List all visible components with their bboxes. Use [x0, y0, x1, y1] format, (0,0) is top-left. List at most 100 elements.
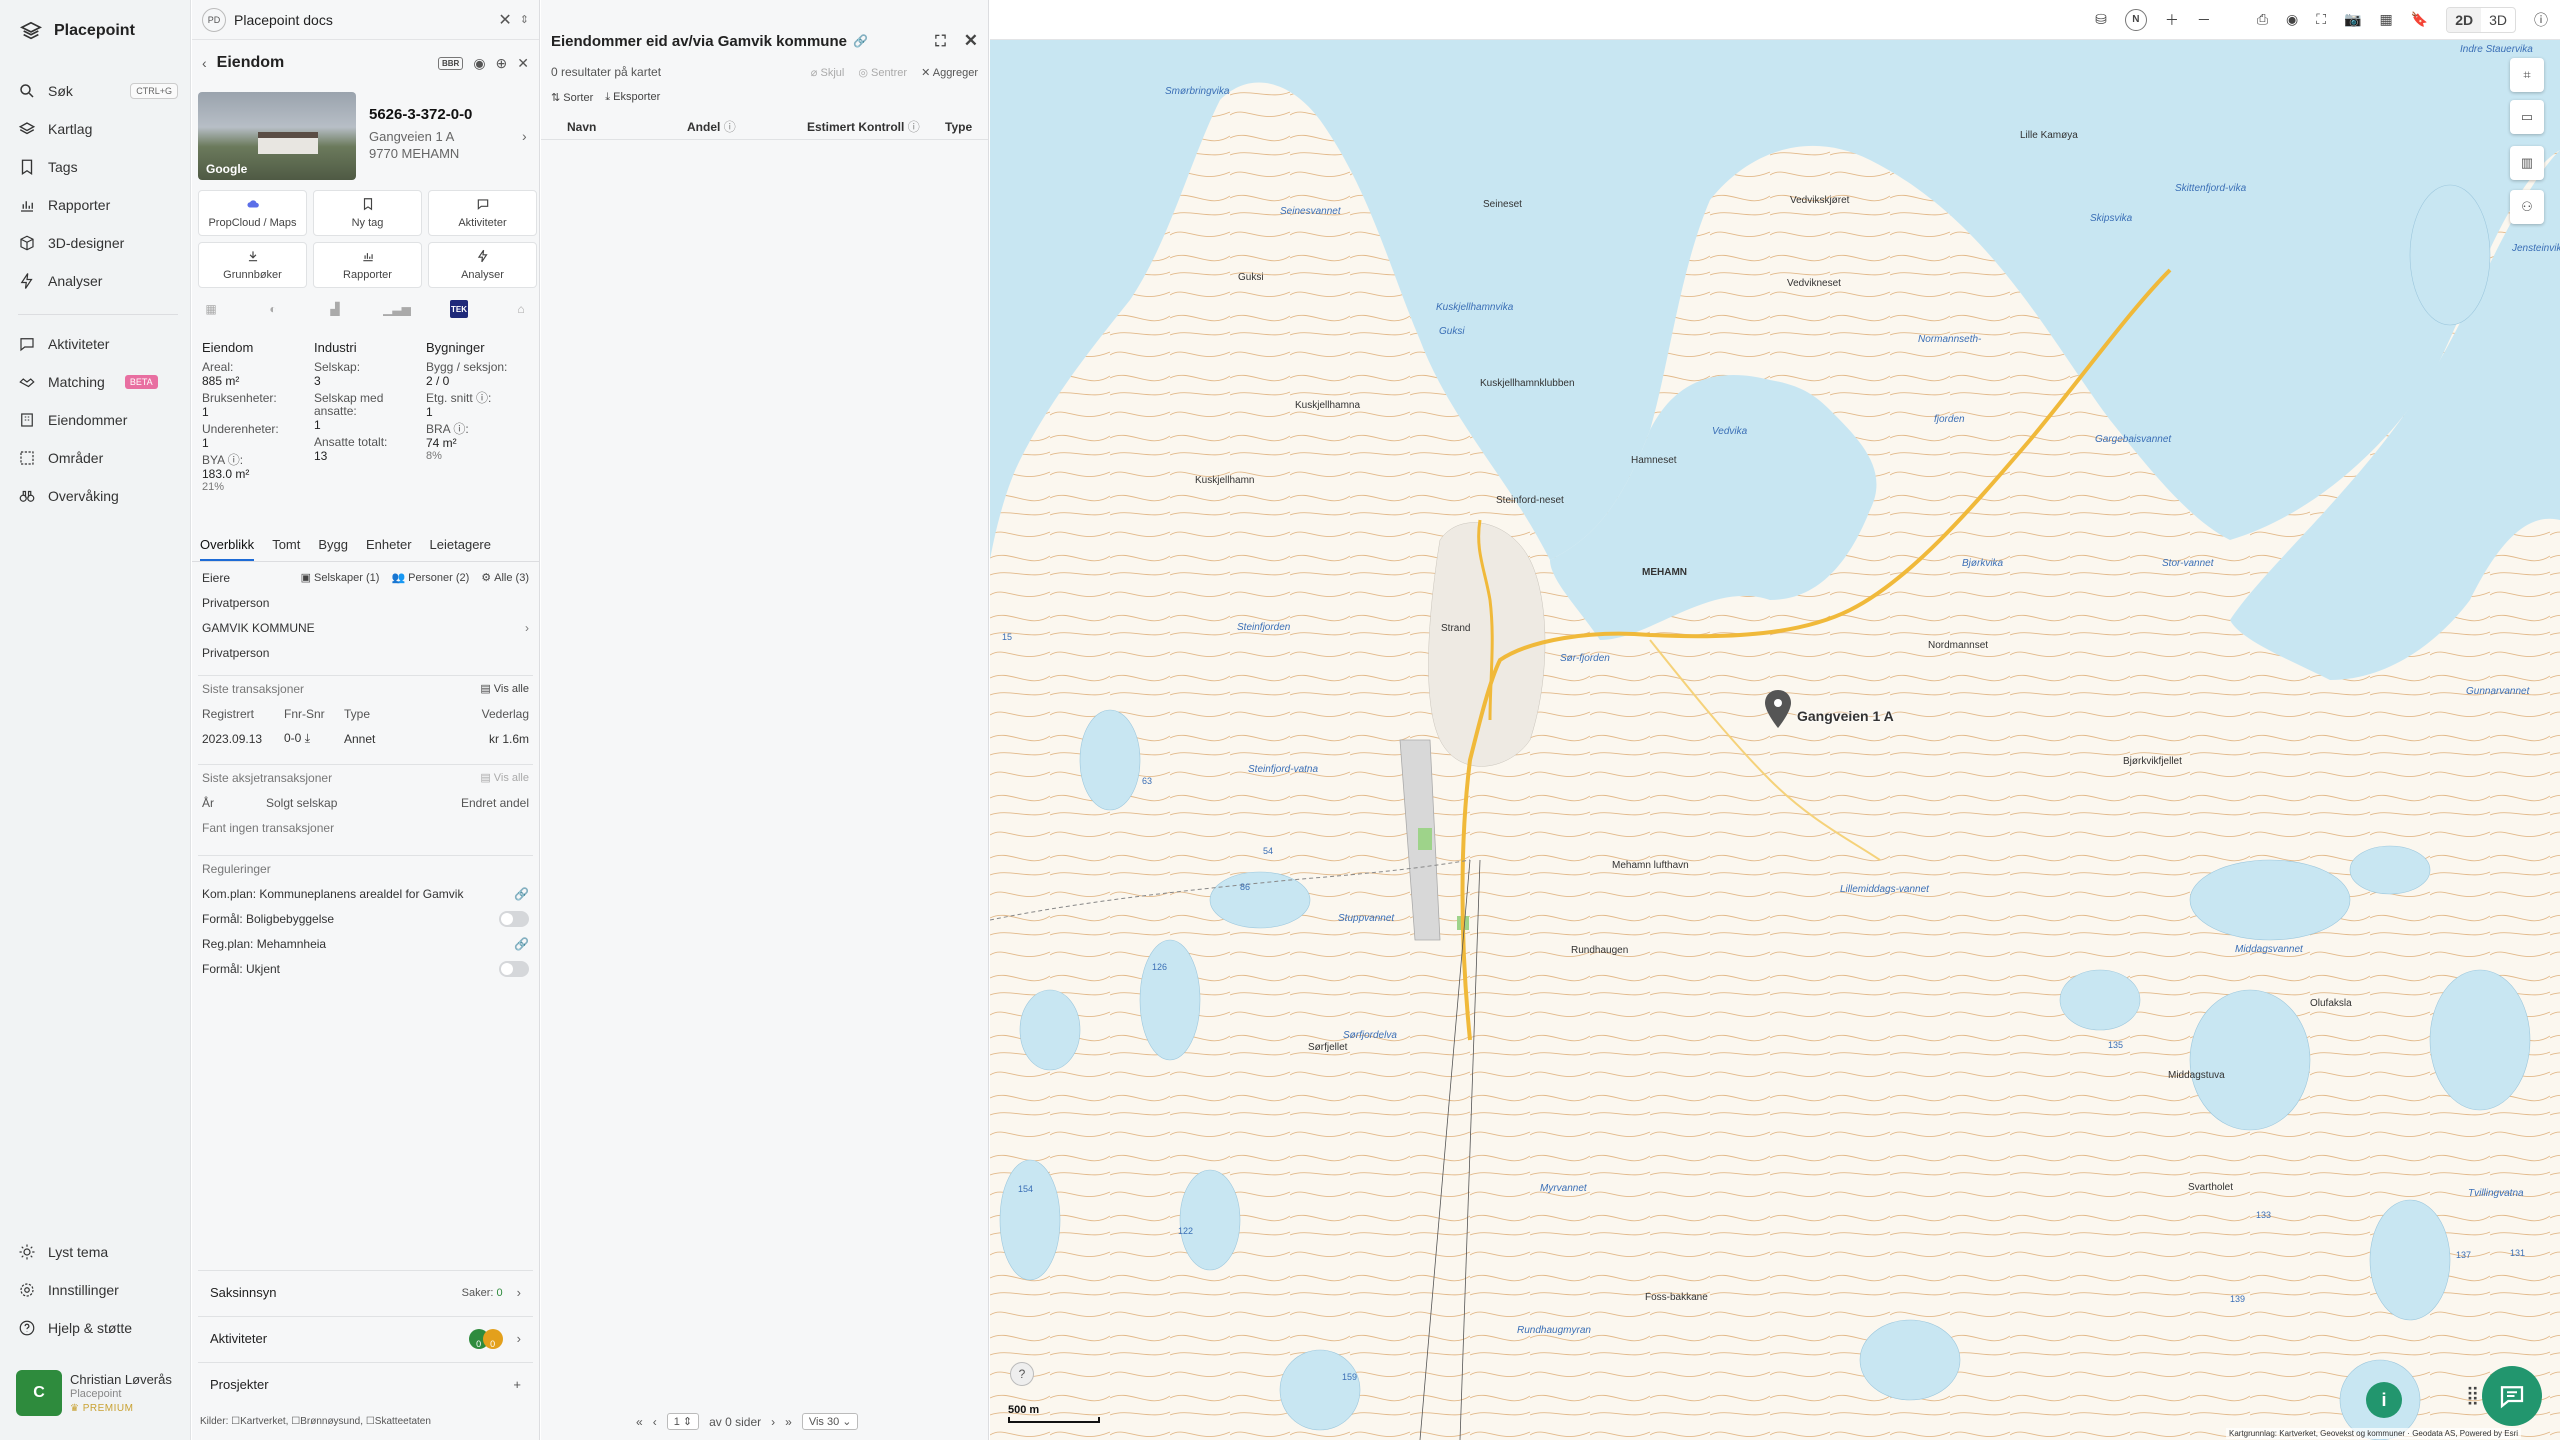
grid-source-icon[interactable]: ▦ [202, 300, 220, 318]
expand-icon[interactable]: ⛶ [935, 33, 946, 50]
page-size-select[interactable]: Vis 30 ⌄ [801, 1413, 859, 1430]
map-user-button[interactable]: ⚇ [2510, 190, 2544, 224]
source-link[interactable]: ☐Kartverket, [231, 1416, 288, 1427]
add-circle-icon[interactable]: ⊕ [496, 55, 508, 72]
brand[interactable]: Placepoint [20, 20, 135, 42]
tab-leietagere[interactable]: Leietagere [430, 534, 491, 561]
drag-handle-icon[interactable]: ⣿ [2466, 1385, 2479, 1406]
nav-item-overvaking[interactable]: Overvåking [18, 477, 178, 515]
chevron-updown-icon[interactable]: ⇕ [520, 13, 529, 26]
prosjekter-section[interactable]: Prosjekter + [198, 1362, 533, 1406]
zoom-in-icon[interactable]: ＋ [2165, 10, 2179, 30]
reg-row[interactable]: Reg.plan: Mehamnheia 🔗 [198, 931, 533, 956]
compass-icon[interactable]: N [2124, 8, 2147, 31]
reg-toggle[interactable] [499, 960, 529, 977]
col-header[interactable]: Navn [541, 120, 687, 134]
back-icon[interactable]: ‹ [202, 55, 207, 71]
last-page-icon[interactable]: » [785, 1415, 792, 1429]
zoom-out-icon[interactable]: － [2197, 10, 2211, 30]
chat-button[interactable] [2482, 1366, 2542, 1426]
tab-enheter[interactable]: Enheter [366, 534, 412, 561]
tile-aktiviteter[interactable]: Aktiviteter [428, 190, 537, 236]
nav-item-kartlag[interactable]: Kartlag [18, 110, 178, 148]
tab-bygg[interactable]: Bygg [318, 534, 348, 561]
reg-row[interactable]: Formål: Boligbebyggelse [198, 906, 533, 931]
tile-analyser[interactable]: Analyser [428, 242, 537, 288]
reg-row[interactable]: Formål: Ukjent [198, 956, 533, 981]
bars-source-icon[interactable]: ▁▃▅ [383, 300, 411, 318]
nav-item-sok[interactable]: Søk CTRL+G [18, 72, 178, 110]
link-icon[interactable]: 🔗 [853, 34, 868, 48]
map-help-button[interactable]: ? [1010, 1362, 1034, 1386]
grid-icon[interactable]: ▦ [2380, 11, 2393, 28]
saksinnsyn-section[interactable]: Saksinnsyn Saker: 0 › [198, 1270, 533, 1314]
nav-item-aktiviteter[interactable]: Aktiviteter [18, 325, 178, 363]
nav-item-lyst-tema[interactable]: Lyst tema [18, 1233, 178, 1271]
sorter-button[interactable]: ⇅ Sorter [551, 91, 593, 104]
col-header[interactable]: Type [945, 120, 972, 134]
table-row[interactable]: 2023.09.13 0-0 ⤓ Annet kr 1.6m [198, 726, 533, 751]
print-icon[interactable]: ⎙ [2257, 11, 2268, 28]
map-measure-button[interactable]: ⌗ [2510, 58, 2544, 92]
home-source-icon[interactable]: ⌂ [512, 300, 530, 318]
topo-map[interactable]: Indre Stauervika Smørbringvika Lille Kam… [990, 40, 2560, 1440]
tile-propcloud[interactable]: PropCloud / Maps [198, 190, 307, 236]
sentrer-button[interactable]: ◎ Sentrer [858, 66, 907, 79]
close-icon[interactable]: ✕ [498, 10, 511, 30]
chevron-right-icon[interactable]: › [522, 128, 527, 144]
close-icon[interactable]: ✕ [964, 31, 978, 51]
info-icon[interactable]: ⓘ [2534, 10, 2548, 30]
download-icon[interactable]: ⤓ [305, 731, 310, 745]
link-icon[interactable]: 🔗 [514, 937, 529, 951]
factory-source-icon[interactable]: ▟ [326, 300, 344, 318]
page-input[interactable]: 1 ⇕ [666, 1413, 700, 1430]
aktiviteter-section[interactable]: Aktiviteter 0 0 › [198, 1316, 533, 1360]
eye-icon[interactable]: ◉ [473, 55, 485, 72]
fullscreen-icon[interactable]: ⛶ [2316, 11, 2326, 28]
tile-grunnboker[interactable]: Grunnbøker [198, 242, 307, 288]
mode-3d-button[interactable]: 3D [2481, 8, 2515, 32]
nav-item-omrader[interactable]: Områder [18, 439, 178, 477]
tile-ny-tag[interactable]: Ny tag [313, 190, 422, 236]
col-header[interactable]: Estimert Kontroll ⓘ [807, 118, 945, 135]
aggreger-button[interactable]: ✕ Aggreger [921, 66, 978, 79]
first-page-icon[interactable]: « [636, 1415, 643, 1429]
nav-item-hjelp[interactable]: Hjelp & støtte [18, 1309, 178, 1347]
filter-personer[interactable]: 👥 Personer (2) [391, 571, 469, 585]
owner-row[interactable]: GAMVIK KOMMUNE › [198, 615, 533, 640]
owner-row[interactable]: Privatperson [198, 640, 533, 665]
doc-title[interactable]: Placepoint docs [234, 12, 333, 28]
vis-alle-button[interactable]: ▤ Vis alle [480, 771, 529, 785]
bookmark-icon[interactable]: 🔖 [2411, 11, 2428, 28]
eye-icon[interactable]: ◉ [2286, 11, 2298, 28]
tek-source-icon[interactable]: TEK [450, 300, 468, 318]
reg-row[interactable]: Kom.plan: Kommuneplanens arealdel for Ga… [198, 881, 533, 906]
layers-toggle-icon[interactable]: ⛁ [2095, 11, 2107, 28]
eksporter-button[interactable]: ⤓ Eksporter [605, 91, 660, 104]
map-chart-button[interactable]: ▥ [2510, 146, 2544, 180]
globe-source-icon[interactable]: ◐ [264, 300, 282, 318]
map-ruler-button[interactable]: ▭ [2510, 100, 2544, 134]
nav-item-eiendommer[interactable]: Eiendommer [18, 401, 178, 439]
source-link[interactable]: ☐Skatteetaten [366, 1416, 431, 1427]
camera-icon[interactable]: 📷 [2344, 11, 2361, 28]
reg-toggle[interactable] [499, 910, 529, 927]
source-link[interactable]: ☐Brønnøysund, [291, 1416, 363, 1427]
link-icon[interactable]: 🔗 [514, 887, 529, 901]
add-icon[interactable]: + [513, 1377, 521, 1392]
col-header[interactable]: Andel ⓘ [687, 118, 807, 135]
filter-alle[interactable]: ⚙ Alle (3) [481, 571, 529, 585]
bbr-badge[interactable]: BBR [437, 56, 464, 70]
nav-item-matching[interactable]: Matching BETA [18, 363, 178, 401]
mode-2d-button[interactable]: 2D [2447, 7, 2482, 32]
nav-item-tags[interactable]: Tags [18, 148, 178, 186]
filter-selskaper[interactable]: ▣ Selskaper (1) [301, 571, 380, 585]
prev-page-icon[interactable]: ‹ [653, 1415, 657, 1429]
nav-item-analyser[interactable]: Analyser [18, 262, 178, 300]
owner-row[interactable]: Privatperson [198, 590, 533, 615]
tab-overblikk[interactable]: Overblikk [200, 534, 255, 561]
street-view-photo[interactable]: Google [198, 92, 356, 180]
next-page-icon[interactable]: › [771, 1415, 775, 1429]
close-icon[interactable]: ✕ [517, 55, 529, 72]
nav-item-innstillinger[interactable]: Innstillinger [18, 1271, 178, 1309]
